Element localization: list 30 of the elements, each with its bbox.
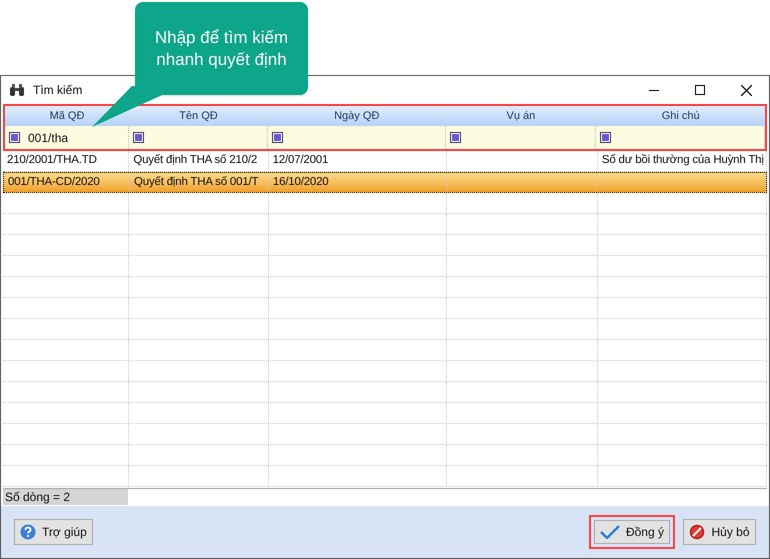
- filter-operator-icon[interactable]: [9, 132, 20, 143]
- filter-input[interactable]: 001/tha: [28, 128, 68, 146]
- binoculars-icon: [9, 83, 25, 97]
- help-button[interactable]: Trợ giúp: [14, 519, 93, 545]
- column-header[interactable]: Ghi chú: [596, 106, 765, 126]
- row-count-text: Số dòng = 2: [5, 489, 70, 506]
- filter-operator-icon[interactable]: [450, 132, 461, 143]
- callout-text: Nhập để tìm kiếm nhanh quyết định: [154, 26, 290, 70]
- filter-operator-icon[interactable]: [133, 132, 144, 143]
- window-title: Tìm kiếm: [33, 82, 82, 99]
- table-cell-text: Quyết định THA số 001/T: [134, 174, 258, 190]
- help-icon: [20, 524, 36, 540]
- column-header[interactable]: Ngày QĐ: [268, 106, 446, 126]
- table-row[interactable]: 001/THA-CD/2020 Quyết định THA số 001/T 16/10/2020: [3, 172, 767, 193]
- close-icon: [740, 84, 752, 96]
- table-cell-text: 16/10/2020: [272, 174, 328, 190]
- table-cell-text: 12/07/2001: [272, 153, 328, 168]
- checkmark-icon: [600, 525, 620, 539]
- column-header[interactable]: Mã QĐ: [5, 106, 130, 126]
- prohibited-icon: [689, 524, 705, 540]
- table-cell-text: Quyết định THA số 210/2: [133, 153, 258, 168]
- column-header[interactable]: Vụ án: [446, 106, 596, 126]
- column-header[interactable]: Tên QĐ: [129, 106, 268, 126]
- table-cell-text: Số dư bồi thường của Huỳnh Thị: [602, 153, 764, 168]
- filter-operator-icon[interactable]: [600, 132, 612, 143]
- table-cell-text: 210/2001/THA.TD: [7, 153, 97, 168]
- cancel-button[interactable]: Hủy bỏ: [683, 519, 756, 545]
- ok-button[interactable]: Đồng ý: [588, 515, 675, 549]
- table-cell-text: 001/THA-CD/2020: [8, 174, 100, 190]
- filter-operator-icon[interactable]: [272, 132, 283, 143]
